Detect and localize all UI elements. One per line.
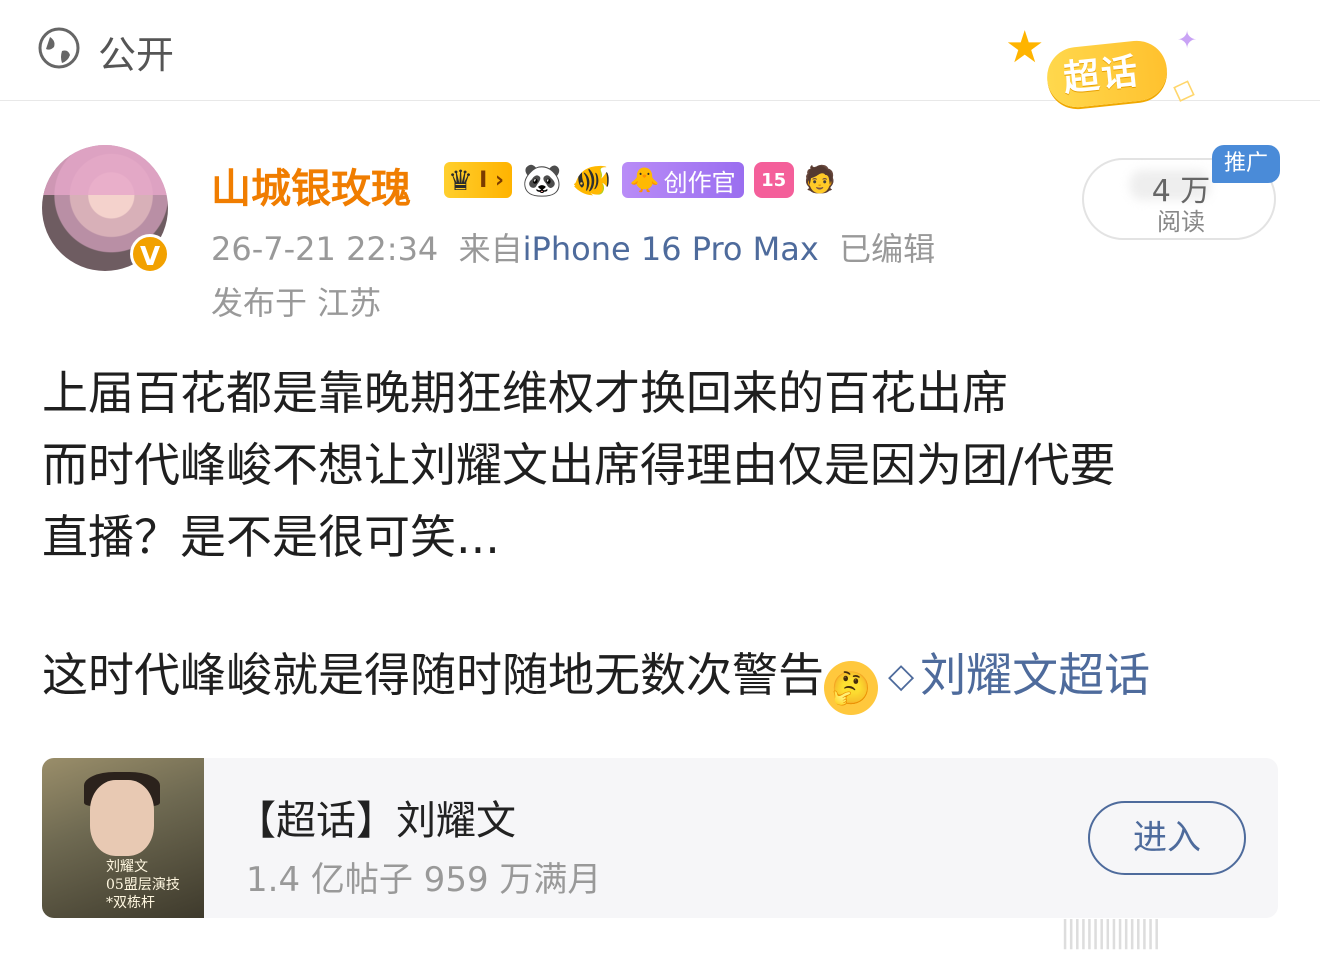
read-label: 阅读 (1157, 208, 1205, 236)
figure-icon[interactable]: 🧑 (804, 162, 836, 198)
post-body: 上届百花都是靠晚期狂维权才换回来的百花出席 而时代峰峻不想让刘耀文出席得理由仅是… (42, 357, 1282, 715)
edited-label[interactable]: 已编辑 (839, 230, 935, 268)
visibility-label[interactable]: 公开 (98, 24, 174, 79)
post-line: 这时代峰峻就是得随时随地无数次警告 🤔 ◇ 刘耀文超话 (42, 639, 1282, 715)
sticker-text: 超话 (1061, 51, 1142, 100)
avatar-hair (42, 145, 168, 195)
thumb-caption: 刘耀文 05盟层演技 *双栋杆 (106, 859, 180, 911)
star-icon: ★ (1005, 22, 1045, 73)
post-line: 直播？是不是很可笑... (42, 510, 500, 564)
post-text: 这时代峰峻就是得随时随地无数次警告 (42, 648, 824, 702)
thinking-emoji-icon: 🤔 (824, 661, 878, 715)
diamond-icon: ◇ (1167, 69, 1202, 110)
sparkle-icon: ✦ (1177, 26, 1198, 54)
globe-icon (38, 27, 80, 69)
creator-icon: 🐥 (629, 166, 660, 194)
thumb-face (90, 780, 154, 856)
enter-button[interactable]: 进入 (1088, 801, 1246, 875)
supertopic-sticker: ★ 超话 ✦ ◇ (1005, 22, 1215, 112)
post-meta: 26-7-21 22:34 来自iPhone 16 Pro Max 已编辑 (211, 224, 935, 270)
supertopic-link[interactable]: 刘耀文超话 (920, 648, 1150, 702)
vip-badge[interactable]: ♛ I › (444, 162, 513, 198)
panda-icon[interactable]: 🐼 (522, 162, 562, 198)
supertopic-thumbnail: 刘耀文 05盟层演技 *双栋杆 (42, 758, 204, 918)
username[interactable]: 山城银玫瑰 (211, 156, 411, 214)
post-line: 上届百花都是靠晚期狂维权才换回来的百花出席 (42, 366, 1008, 420)
crown-icon: ♛ (448, 163, 474, 197)
visibility-bar: 公开 ★ 超话 ✦ ◇ (0, 0, 1320, 111)
source-prefix: 来自 (458, 230, 523, 268)
card-stats: 1.4 亿帖子 959 万满月 (246, 860, 602, 900)
vip-level: I (479, 167, 488, 193)
post-line: 而时代峰峻不想让刘耀文出席得理由仅是因为团/代要 (42, 438, 1116, 492)
fish-icon[interactable]: 🐠 (572, 162, 612, 198)
creator-badge[interactable]: 🐥 创作官 (621, 162, 744, 198)
promote-tag[interactable]: 推广 (1212, 145, 1280, 183)
level-badge[interactable]: 15 (753, 162, 794, 198)
supertopic-diamond-icon: ◇ (888, 656, 915, 696)
timestamp: 26-7-21 22:34 (211, 230, 439, 268)
device-link[interactable]: iPhone 16 Pro Max (523, 230, 819, 268)
user-badges: ♛ I › 🐼 🐠 🐥 创作官 15 🧑 (444, 160, 836, 200)
watermark: |||||||||||||||| (1060, 915, 1162, 950)
verified-badge-icon: V (130, 234, 170, 274)
creator-label: 创作官 (663, 168, 736, 197)
supertopic-card[interactable]: 刘耀文 05盟层演技 *双栋杆 【超话】刘耀文 1.4 亿帖子 959 万满月 进入 (42, 758, 1278, 918)
location: 发布于 江苏 (211, 284, 382, 322)
card-title: 【超话】刘耀文 (236, 798, 516, 844)
